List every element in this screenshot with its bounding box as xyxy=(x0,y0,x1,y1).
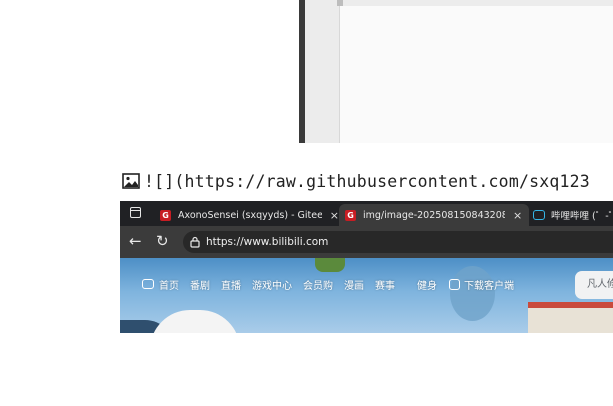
markdown-image-line[interactable]: ![](https://raw.githubusercontent.com/sx… xyxy=(122,170,590,192)
gitee-icon: G xyxy=(345,209,356,221)
tab-title: AxonoSensei (sxqyyds) - Gitee.com xyxy=(178,209,322,221)
download-icon xyxy=(449,278,460,290)
bilibili-header: 首页 番剧 直播 游戏中心 会员购 漫画 赛事 健身 下载客户端 凡人修仙传 xyxy=(120,258,613,333)
nav-item-anime[interactable]: 番剧 xyxy=(190,277,210,292)
gitee-icon: G xyxy=(160,209,171,221)
address-bar: ← ↻ https://www.bilibili.com xyxy=(120,226,613,258)
banner-decoration xyxy=(150,310,240,333)
nav-item-fitness[interactable]: 健身 xyxy=(417,277,437,292)
image-frame-content xyxy=(339,6,613,143)
refresh-icon[interactable]: ↻ xyxy=(156,233,169,250)
tv-icon xyxy=(142,279,154,289)
embedded-image-top xyxy=(299,0,613,143)
close-tab-icon[interactable]: × xyxy=(513,209,522,222)
nav-item-esports[interactable]: 赛事 xyxy=(375,277,395,292)
nav-item-live[interactable]: 直播 xyxy=(221,277,241,292)
tab-title: 哔哩哔哩 (゜-゜)つロ 干杯~-bilibili xyxy=(551,211,613,222)
search-input[interactable]: 凡人修仙传 xyxy=(575,271,613,299)
nav-item-manga[interactable]: 漫画 xyxy=(344,277,364,292)
tab-bilibili[interactable]: 哔哩哔哩 (゜-゜)つロ 干杯~-bilibili xyxy=(525,204,613,226)
tab-title: img/image-20250815084320852.png xyxy=(363,209,505,221)
close-tab-icon[interactable]: × xyxy=(330,209,339,222)
tab-actions-icon[interactable] xyxy=(130,207,141,218)
url-text: https://www.bilibili.com xyxy=(206,236,329,248)
back-arrow-icon[interactable]: ← xyxy=(129,233,142,250)
banner-decoration xyxy=(315,258,345,272)
banner-character xyxy=(450,266,495,321)
image-icon xyxy=(122,173,140,189)
site-nav: 首页 番剧 直播 游戏中心 会员购 漫画 赛事 健身 下载客户端 xyxy=(120,276,525,292)
embedded-browser-screenshot: G AxonoSensei (sxqyyds) - Gitee.com × G … xyxy=(120,201,613,333)
tab-bar: G AxonoSensei (sxqyyds) - Gitee.com × G … xyxy=(120,201,613,226)
tab-gitee-image[interactable]: G img/image-20250815084320852.png × xyxy=(339,204,529,226)
markdown-image-source: ![](https://raw.githubusercontent.com/sx… xyxy=(144,171,590,191)
banner-decoration xyxy=(528,308,613,333)
nav-item-home[interactable]: 首页 xyxy=(159,277,179,292)
tab-gitee-profile[interactable]: G AxonoSensei (sxqyyds) - Gitee.com × xyxy=(154,204,339,226)
lock-icon xyxy=(190,236,200,248)
nav-item-download[interactable]: 下载客户端 xyxy=(464,277,514,292)
nav-item-shop[interactable]: 会员购 xyxy=(303,277,333,292)
nav-item-games[interactable]: 游戏中心 xyxy=(252,277,292,292)
bilibili-icon xyxy=(533,210,545,220)
url-field[interactable]: https://www.bilibili.com xyxy=(183,231,613,253)
